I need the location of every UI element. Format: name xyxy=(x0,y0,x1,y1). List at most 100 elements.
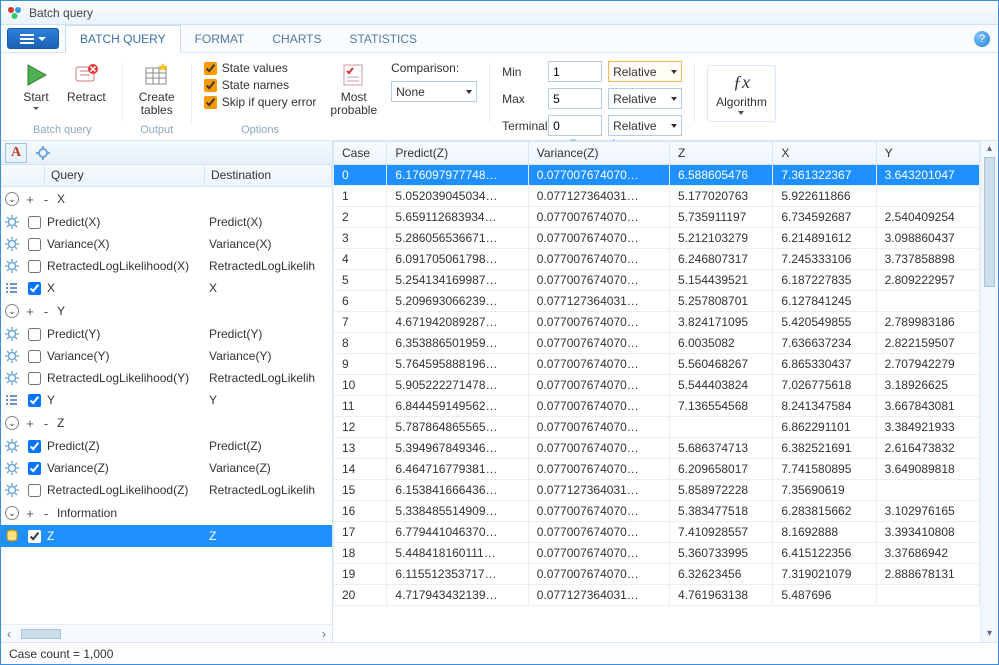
tab-format[interactable]: FORMAT xyxy=(181,25,259,52)
v-scrollbar[interactable]: ▴ ▾ xyxy=(980,141,998,642)
table-row[interactable]: 74.671942089287…0.077007674070…3.8241710… xyxy=(334,312,980,333)
retract-button[interactable]: Retract xyxy=(63,59,110,112)
add-icon[interactable]: + xyxy=(25,304,35,319)
row-checkbox[interactable] xyxy=(23,328,45,341)
remove-icon[interactable]: - xyxy=(41,416,51,431)
collapse-icon[interactable]: ⌄ xyxy=(5,304,19,318)
collapse-icon[interactable]: ⌄ xyxy=(5,192,19,206)
chk-state-names[interactable]: State names xyxy=(204,78,317,92)
collapse-icon[interactable]: ⌄ xyxy=(5,506,19,520)
table-row[interactable]: 25.659112683934…0.077007674070…5.7359111… xyxy=(334,207,980,228)
text-tool-button[interactable]: A xyxy=(5,143,27,163)
h-scrollbar[interactable]: ‹ › xyxy=(1,624,332,642)
table-row[interactable]: 176.779441046370…0.077007674070…7.410928… xyxy=(334,522,980,543)
data-table[interactable]: CasePredict(Z)Variance(Z)ZXY06.176097977… xyxy=(333,141,980,606)
row-checkbox[interactable] xyxy=(23,260,45,273)
table-row[interactable]: 46.091705061798…0.077007674070…6.2468073… xyxy=(334,249,980,270)
remove-icon[interactable]: - xyxy=(41,506,51,521)
col-header[interactable]: Z xyxy=(670,142,773,165)
row-checkbox[interactable] xyxy=(23,462,45,475)
query-row[interactable]: Variance(Z)Variance(Z) xyxy=(1,457,332,479)
scroll-thumb[interactable] xyxy=(984,157,995,287)
tab-batch-query[interactable]: BATCH QUERY xyxy=(65,25,181,53)
col-query[interactable]: Query xyxy=(45,165,205,186)
max-input[interactable] xyxy=(548,88,602,109)
table-row[interactable]: 185.448418160111…0.077007674070…5.360733… xyxy=(334,543,980,564)
scroll-down-icon[interactable]: ▾ xyxy=(981,626,998,642)
min-relative-select[interactable]: Relative xyxy=(608,61,682,82)
table-row[interactable]: 105.905222271478…0.077007674070…5.544403… xyxy=(334,375,980,396)
row-checkbox[interactable] xyxy=(23,394,45,407)
col-header[interactable]: Case xyxy=(334,142,387,165)
algorithm-button[interactable]: ƒx Algorithm xyxy=(707,65,776,122)
tab-charts[interactable]: CHARTS xyxy=(258,25,335,52)
query-row[interactable]: RetractedLogLikelihood(X)RetractedLogLik… xyxy=(1,255,332,277)
query-group-y[interactable]: ⌄+-Y xyxy=(1,299,332,323)
table-row[interactable]: 125.787864865565…0.077007674070…6.862291… xyxy=(334,417,980,438)
query-row[interactable]: Predict(Y)Predict(Y) xyxy=(1,323,332,345)
min-input[interactable] xyxy=(548,61,602,82)
query-row[interactable]: Predict(X)Predict(X) xyxy=(1,211,332,233)
table-row[interactable]: 15.052039045034…0.077127364031…5.1770207… xyxy=(334,186,980,207)
row-checkbox[interactable] xyxy=(23,282,45,295)
table-row[interactable]: 65.209693066239…0.077127364031…5.2578087… xyxy=(334,291,980,312)
scroll-left-icon[interactable]: ‹ xyxy=(1,627,17,641)
add-icon[interactable]: + xyxy=(25,192,35,207)
add-icon[interactable]: + xyxy=(25,416,35,431)
query-group-z[interactable]: ⌄+-Z xyxy=(1,411,332,435)
table-row[interactable]: 35.286056536671…0.077007674070…5.2121032… xyxy=(334,228,980,249)
tab-statistics[interactable]: STATISTICS xyxy=(335,25,431,52)
query-row[interactable]: RetractedLogLikelihood(Z)RetractedLogLik… xyxy=(1,479,332,501)
col-header[interactable]: X xyxy=(773,142,876,165)
file-menu-button[interactable] xyxy=(7,28,59,49)
table-row[interactable]: 55.254134169987…0.077007674070…5.1544395… xyxy=(334,270,980,291)
terminal-relative-select[interactable]: Relative xyxy=(608,115,682,136)
query-row[interactable]: Variance(Y)Variance(Y) xyxy=(1,345,332,367)
add-icon[interactable]: + xyxy=(25,506,35,521)
data-table-wrap[interactable]: CasePredict(Z)Variance(Z)ZXY06.176097977… xyxy=(333,141,980,642)
table-row[interactable]: 196.115512353717…0.077007674070…6.326234… xyxy=(334,564,980,585)
table-row[interactable]: 116.844459149562…0.077007674070…7.136554… xyxy=(334,396,980,417)
help-icon[interactable]: ? xyxy=(974,31,990,47)
col-destination[interactable]: Destination xyxy=(205,165,332,186)
comparison-select[interactable]: None xyxy=(391,81,477,102)
remove-icon[interactable]: - xyxy=(41,192,51,207)
table-row[interactable]: 165.338485514909…0.077007674070…5.383477… xyxy=(334,501,980,522)
max-relative-select[interactable]: Relative xyxy=(608,88,682,109)
table-row[interactable]: 86.353886501959…0.077007674070…6.0035082… xyxy=(334,333,980,354)
col-header[interactable]: Predict(Z) xyxy=(387,142,528,165)
query-row[interactable]: Predict(Z)Predict(Z) xyxy=(1,435,332,457)
table-row[interactable]: 146.464716779381…0.077007674070…6.209658… xyxy=(334,459,980,480)
query-group-information[interactable]: ⌄+-Information xyxy=(1,501,332,525)
scroll-thumb[interactable] xyxy=(21,629,61,639)
row-checkbox[interactable] xyxy=(23,350,45,363)
remove-icon[interactable]: - xyxy=(41,304,51,319)
table-row[interactable]: 204.717943432139…0.077127364031…4.761963… xyxy=(334,585,980,606)
query-row[interactable]: Variance(X)Variance(X) xyxy=(1,233,332,255)
table-row[interactable]: 135.394967849346…0.077007674070…5.686374… xyxy=(334,438,980,459)
start-button[interactable]: Start xyxy=(15,59,57,112)
chk-skip-error[interactable]: Skip if query error xyxy=(204,95,317,109)
row-checkbox[interactable] xyxy=(23,484,45,497)
query-list[interactable]: ⌄+-XPredict(X)Predict(X)Variance(X)Varia… xyxy=(1,187,332,624)
row-checkbox[interactable] xyxy=(23,372,45,385)
query-row[interactable]: ZZ xyxy=(1,525,332,547)
col-header[interactable]: Y xyxy=(876,142,979,165)
scroll-right-icon[interactable]: › xyxy=(316,627,332,641)
create-tables-button[interactable]: Create tables xyxy=(135,59,179,119)
table-row[interactable]: 156.153841666436…0.077127364031…5.858972… xyxy=(334,480,980,501)
query-group-x[interactable]: ⌄+-X xyxy=(1,187,332,211)
most-probable-button[interactable]: Most probable xyxy=(326,59,381,119)
row-checkbox[interactable] xyxy=(23,238,45,251)
query-row[interactable]: YY xyxy=(1,389,332,411)
table-row[interactable]: 95.764595888196…0.077007674070…5.5604682… xyxy=(334,354,980,375)
chk-state-values[interactable]: State values xyxy=(204,61,317,75)
row-checkbox[interactable] xyxy=(23,440,45,453)
col-header[interactable]: Variance(Z) xyxy=(528,142,669,165)
query-row[interactable]: XX xyxy=(1,277,332,299)
row-checkbox[interactable] xyxy=(23,216,45,229)
table-row[interactable]: 06.176097977748…0.077007674070…6.5886054… xyxy=(334,165,980,186)
gear-tool-button[interactable] xyxy=(33,143,53,163)
collapse-icon[interactable]: ⌄ xyxy=(5,416,19,430)
row-checkbox[interactable] xyxy=(23,530,45,543)
